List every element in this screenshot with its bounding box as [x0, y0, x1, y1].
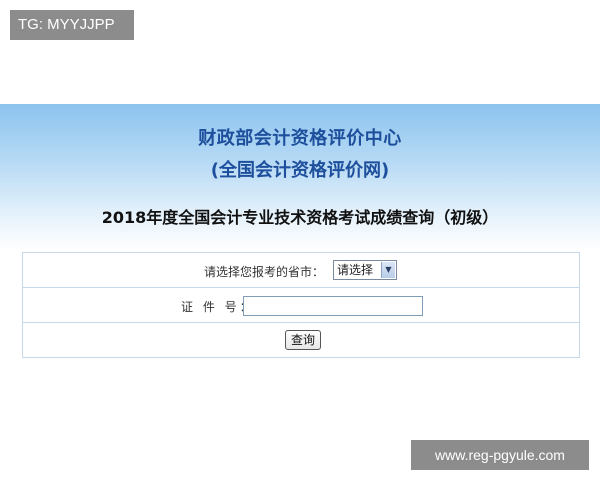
cert-row: 证 件 号：	[23, 288, 579, 323]
watermark-badge-bottom: www.reg-pgyule.com	[411, 440, 589, 470]
org-subtitle: (全国会计资格评价网)	[210, 160, 390, 181]
cert-number-input[interactable]	[243, 296, 423, 316]
province-row: 请选择您报考的省市： 请选择 ▼	[23, 253, 579, 288]
province-select-value: 请选择	[337, 263, 374, 277]
province-select[interactable]: 请选择 ▼	[333, 260, 397, 280]
page-title: 2018年度全国会计专业技术资格考试成绩查询（初级）	[101, 208, 499, 227]
province-label: 请选择您报考的省市：	[204, 265, 325, 279]
chevron-down-icon[interactable]: ▼	[381, 262, 395, 278]
query-button[interactable]: 查询	[285, 330, 321, 350]
query-form: 请选择您报考的省市： 请选择 ▼ 证 件 号： 查询	[22, 252, 580, 358]
submit-row: 查询	[23, 323, 579, 357]
watermark-badge-top: TG: MYYJJPP	[10, 10, 134, 40]
org-title: 财政部会计资格评价中心	[198, 128, 402, 149]
